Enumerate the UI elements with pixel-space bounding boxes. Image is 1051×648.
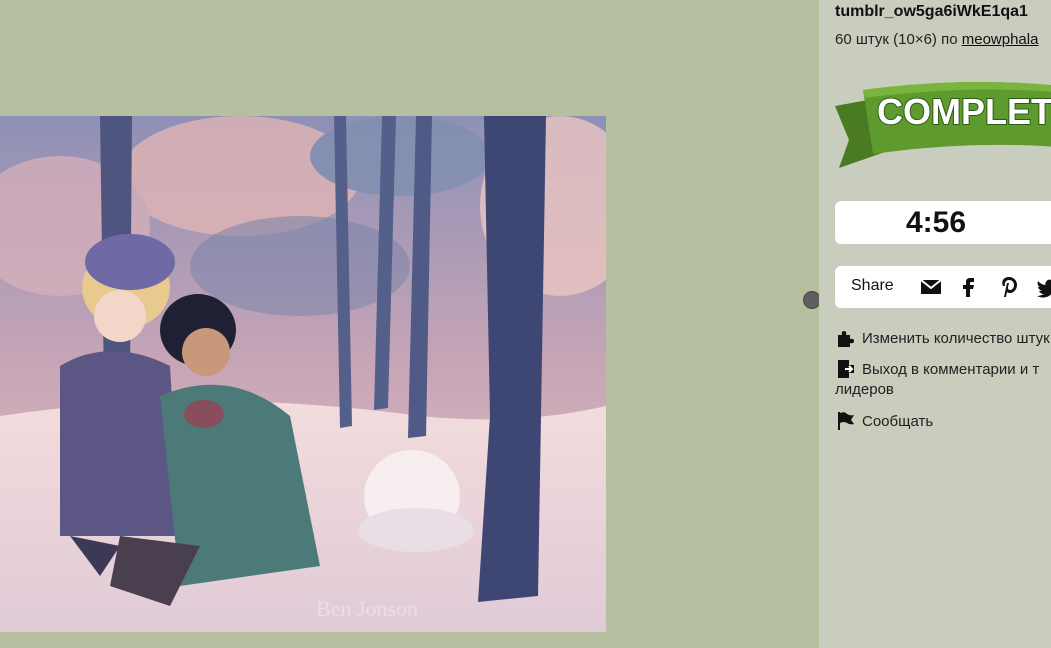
timer: 4:56 [835,201,1051,244]
artist-signature: Ben Jonson [316,596,418,621]
sidebar: tumblr_ow5ga6iWkE1qa1 60 штук (10×6) по … [819,0,1051,648]
puzzle-title: tumblr_ow5ga6iWkE1qa1 [835,3,1028,20]
puzzle-piece-count: 60 штук (10×6) по [835,31,962,48]
puzzle-canvas[interactable]: Ben Jonson [0,0,821,648]
puzzle-meta: 60 штук (10×6) по meowphala [835,31,1038,48]
email-icon[interactable] [919,275,943,299]
exit-to-comments-label: Выход в комментарии и т [862,361,1040,378]
change-piece-count-label: Изменить количество штук [862,330,1050,347]
exit-door-icon [838,360,854,378]
facebook-icon[interactable] [956,275,980,299]
share-bar: Share [835,266,1051,308]
flag-icon [838,412,854,430]
complete-banner-text: COMPLETE [877,91,1051,132]
puzzle-image[interactable]: Ben Jonson [0,116,606,632]
timer-value: 4:56 [905,205,967,239]
share-label: Share [851,277,894,294]
exit-to-comments-label-line2: лидеров [835,381,894,398]
complete-banner: COMPLETE [835,82,1051,168]
report-label: Сообщать [862,413,934,430]
puzzle-piece-icon [838,331,854,347]
twitter-icon[interactable] [1035,275,1051,299]
author-link[interactable]: meowphala [962,31,1039,48]
pinterest-icon[interactable] [997,275,1021,299]
puzzle-artwork: Ben Jonson [0,116,606,632]
